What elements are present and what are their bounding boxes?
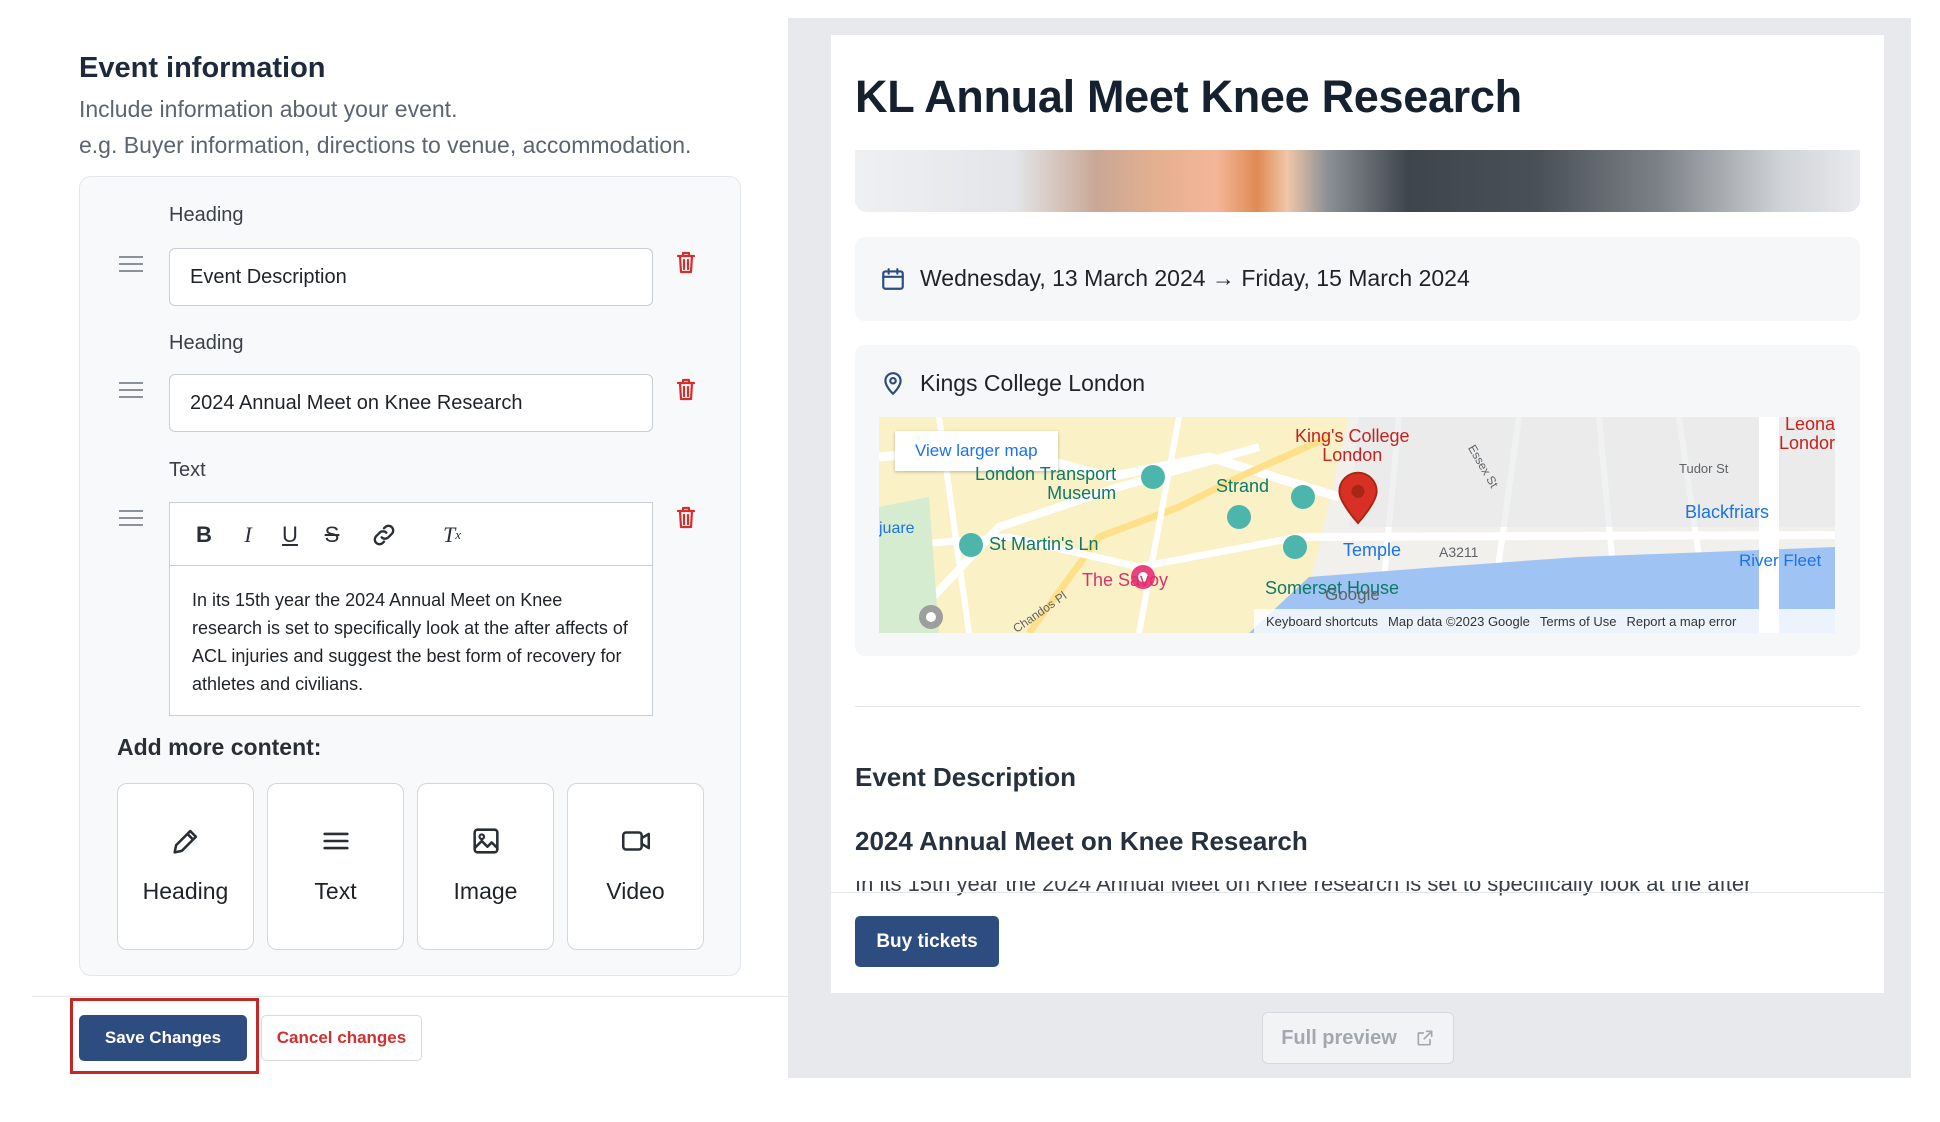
video-camera-icon	[621, 831, 650, 851]
editor-subtitle: Include information about your event.	[79, 96, 458, 122]
event-hero-image	[855, 150, 1860, 212]
map-keyboard-shortcuts-link[interactable]: Keyboard shortcuts	[1266, 614, 1378, 629]
underline-button[interactable]: U	[278, 521, 302, 549]
location-box: Kings College London View larger map Kin…	[855, 345, 1860, 656]
preview-divider	[855, 706, 1860, 707]
map-google-logo: Google	[1325, 585, 1380, 604]
italic-button[interactable]: I	[236, 521, 260, 549]
add-image-card[interactable]: Image	[417, 783, 554, 950]
rich-text-content[interactable]: In its 15th year the 2024 Annual Meet on…	[170, 566, 652, 718]
card-label: Video	[606, 878, 665, 904]
pencil-icon	[172, 829, 197, 854]
map-label-a3211: A3211	[1439, 544, 1479, 560]
footer-divider	[32, 996, 788, 997]
lines-icon	[322, 832, 349, 850]
card-label: Image	[453, 878, 518, 904]
card-label: Heading	[142, 878, 229, 904]
event-title: KL Annual Meet Knee Research	[855, 71, 1522, 122]
bold-button[interactable]: B	[192, 521, 216, 549]
add-more-content-label: Add more content:	[117, 734, 322, 760]
map-pin-icon	[1338, 471, 1378, 525]
preview-section-subheading: 2024 Annual Meet on Knee Research	[855, 826, 1308, 856]
map-label-kings-college: King's College London	[1295, 426, 1410, 465]
full-preview-button[interactable]: Full preview	[1262, 1012, 1454, 1064]
map-label-strand: Strand	[1216, 476, 1270, 496]
map-label-temple: Temple	[1343, 540, 1402, 560]
map-label-river-fleet: River Fleet	[1739, 551, 1822, 570]
heading-input[interactable]: Event Description	[169, 248, 653, 306]
block-type-label: Text	[169, 459, 206, 481]
strikethrough-button[interactable]: S	[320, 521, 344, 549]
editor-subtitle-example: e.g. Buyer information, directions to ve…	[79, 132, 692, 158]
trash-icon[interactable]	[675, 377, 697, 402]
date-box: Wednesday, 13 March 2024 → Friday, 15 Ma…	[855, 237, 1860, 321]
map-data-credit: Map data ©2023 Google	[1388, 613, 1530, 629]
block-type-label: Heading	[169, 204, 244, 226]
clear-format-button[interactable]: Tx	[438, 521, 466, 549]
cancel-changes-button[interactable]: Cancel changes	[261, 1015, 422, 1061]
calendar-icon	[882, 267, 904, 290]
drag-handle-icon[interactable]	[119, 382, 143, 398]
full-preview-label: Full preview	[1281, 1026, 1397, 1049]
map-report-error-link[interactable]: Report a map error	[1626, 614, 1736, 629]
save-changes-button[interactable]: Save Changes	[79, 1015, 247, 1061]
map-label-leonardo: Leona Londor	[1779, 417, 1835, 453]
event-date-range: Wednesday, 13 March 2024 → Friday, 15 Ma…	[920, 265, 1470, 291]
add-heading-card[interactable]: Heading	[117, 783, 254, 950]
map-label-transport-museum: London Transport Museum	[975, 464, 1117, 503]
embedded-map[interactable]: View larger map King's College London Lo…	[879, 417, 1835, 633]
preview-section-heading: Event Description	[855, 762, 1077, 792]
map-label-st-martins: St Martin's Ln	[989, 534, 1099, 554]
image-icon	[472, 828, 499, 854]
buy-tickets-button[interactable]: Buy tickets	[855, 916, 999, 967]
map-label-square: juare	[879, 520, 915, 537]
link-icon[interactable]	[370, 521, 398, 549]
drag-handle-icon[interactable]	[119, 510, 143, 526]
map-label-savoy: The Savoy	[1082, 570, 1169, 590]
editor-title: Event information	[79, 52, 326, 84]
map-footer: Keyboard shortcuts Map data ©2023 Google…	[1254, 609, 1835, 633]
map-label-tudor-st: Tudor St	[1679, 461, 1729, 476]
heading-input[interactable]: 2024 Annual Meet on Knee Research	[169, 374, 653, 432]
preview-section-text: In its 15th year the 2024 Annual Meet on…	[855, 881, 1752, 896]
map-terms-link[interactable]: Terms of Use	[1540, 614, 1617, 629]
drag-handle-icon[interactable]	[119, 256, 143, 272]
preview-text-fade: In its 15th year the 2024 Annual Meet on…	[855, 881, 1860, 897]
location-pin-icon	[884, 371, 902, 395]
add-text-card[interactable]: Text	[267, 783, 404, 950]
card-label: Text	[314, 878, 357, 904]
block-type-label: Heading	[169, 332, 244, 354]
rich-text-toolbar: B I U S Tx	[170, 503, 652, 566]
add-video-card[interactable]: Video	[567, 783, 704, 950]
external-link-icon	[1417, 1030, 1433, 1046]
trash-icon[interactable]	[675, 250, 697, 275]
event-location: Kings College London	[920, 370, 1146, 396]
map-label-blackfriars: Blackfriars	[1685, 502, 1770, 522]
rich-text-editor: B I U S Tx In its 15th year the 2024 Ann…	[169, 502, 653, 716]
event-preview-card: KL Annual Meet Knee Research Wednesday, …	[831, 35, 1884, 993]
preview-footer-divider	[831, 892, 1884, 893]
trash-icon[interactable]	[675, 505, 697, 530]
